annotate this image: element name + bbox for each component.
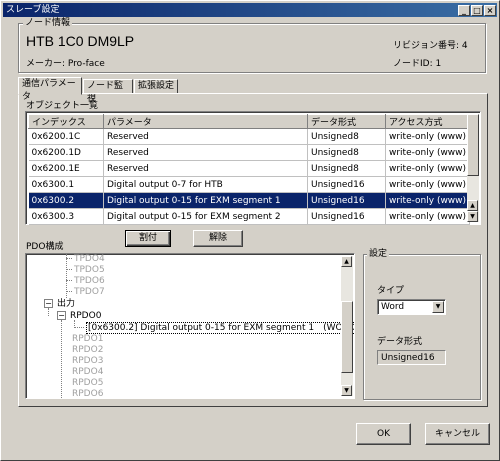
- minimize-button[interactable]: _: [458, 5, 470, 16]
- assign-button[interactable]: 割付: [125, 230, 171, 247]
- tree-item-tpdo5[interactable]: TPDO5: [74, 265, 105, 275]
- cell-parameter: Reserved: [103, 128, 308, 145]
- pdo-tree-scrollbar[interactable]: ▲ ▼: [341, 256, 353, 396]
- column-header-access[interactable]: アクセス方式: [384, 114, 471, 129]
- tree-item-tpdo4[interactable]: TPDO4: [74, 254, 105, 264]
- scroll-down-arrow-icon[interactable]: ▼: [341, 385, 352, 396]
- cell-parameter: Digital output 0-15 for EXM segment 2: [103, 208, 308, 225]
- tree-connector: [66, 258, 72, 259]
- table-row[interactable]: 0x6200.1C Reserved Unsigned8 write-only …: [28, 128, 471, 145]
- type-dropdown[interactable]: Word ▼: [377, 299, 446, 315]
- cancel-button[interactable]: キャンセル: [425, 423, 490, 445]
- column-header-index[interactable]: インデックス: [28, 114, 104, 129]
- tree-connector: [66, 291, 72, 292]
- table-row-selected[interactable]: 0x6300.2 Digital output 0-15 for EXM seg…: [28, 192, 471, 209]
- column-header-parameter[interactable]: パラメータ: [103, 114, 308, 129]
- type-selected-value: Word: [381, 302, 405, 312]
- pdo-config-label: PDO構成: [26, 242, 64, 252]
- chevron-down-icon[interactable]: ▼: [432, 301, 444, 313]
- tree-item-output[interactable]: 出力: [57, 299, 75, 309]
- tree-connector: [66, 269, 72, 270]
- table-row[interactable]: 0x6200.1D Reserved Unsigned8 write-only …: [28, 144, 471, 161]
- release-button[interactable]: 解除: [193, 230, 243, 247]
- title-bar[interactable]: スレーブ設定 _ □ ×: [3, 3, 497, 17]
- object-list-scrollbar[interactable]: ▲ ▼: [467, 114, 479, 222]
- cell-parameter: Reserved: [103, 160, 308, 177]
- cell-access: write-only (www): [385, 176, 471, 193]
- tab-node-monitor[interactable]: ノード監視: [83, 79, 133, 104]
- scroll-down-arrow-icon[interactable]: ▼: [467, 211, 478, 222]
- cell-index: 0x6300.1: [28, 176, 104, 193]
- collapse-icon[interactable]: −: [57, 311, 66, 320]
- tree-connector: [74, 327, 84, 328]
- maximize-button[interactable]: □: [471, 5, 483, 16]
- table-row[interactable]: 0x6300.3 Digital output 0-15 for EXM seg…: [28, 208, 471, 225]
- data-format-label: データ形式: [377, 337, 423, 347]
- tree-item-rpdo4[interactable]: RPDO4: [72, 367, 103, 377]
- tree-item-rpdo1[interactable]: RPDO1: [72, 334, 103, 344]
- window-title: スレーブ設定: [6, 5, 60, 15]
- tree-item-rpdo3[interactable]: RPDO3: [72, 356, 103, 366]
- tree-connector: [66, 280, 72, 281]
- cell-parameter: Reserved: [103, 144, 308, 161]
- device-name: HTB 1C0 DM9LP: [26, 33, 135, 49]
- revision-text: リビジョン番号: 4: [393, 41, 468, 51]
- tree-item-rpdo2[interactable]: RPDO2: [72, 345, 103, 355]
- cell-data-type: Unsigned8: [307, 128, 386, 145]
- settings-group: [363, 254, 481, 400]
- object-table-header: インデックス パラメータ データ形式 アクセス方式: [28, 114, 471, 129]
- type-label: タイプ: [377, 286, 405, 296]
- close-button[interactable]: ×: [484, 5, 496, 16]
- cell-access: write-only (www): [385, 208, 471, 225]
- cell-index: 0x6300.2: [28, 192, 104, 209]
- maker-text: メーカー: Pro-face: [26, 59, 105, 69]
- tree-item-tpdo6[interactable]: TPDO6: [74, 276, 105, 286]
- tree-connector: [48, 308, 49, 316]
- slave-settings-window: スレーブ設定 _ □ × ノード情報 HTB 1C0 DM9LP メーカー: P…: [0, 0, 500, 461]
- pdo-tree[interactable]: TPDO4 TPDO5 TPDO6 TPDO7 − 出力 − RPDO0 [0x…: [25, 253, 355, 399]
- table-row[interactable]: 0x6200.1E Reserved Unsigned8 write-only …: [28, 160, 471, 177]
- tree-item-tpdo7[interactable]: TPDO7: [74, 287, 105, 297]
- collapse-icon[interactable]: −: [44, 299, 53, 308]
- settings-label: 設定: [367, 249, 390, 259]
- tab-communication-params[interactable]: 通信パラメータ: [18, 77, 82, 102]
- cell-index: 0x6200.1E: [28, 160, 104, 177]
- cell-parameter: Digital output 0-15 for EXM segment 1: [103, 192, 308, 209]
- data-format-field: Unsigned16: [377, 350, 446, 365]
- tab-extended-settings[interactable]: 拡張設定: [134, 79, 178, 94]
- object-table: インデックス パラメータ データ形式 アクセス方式 0x6200.1C Rese…: [28, 114, 471, 225]
- object-list[interactable]: インデックス パラメータ データ形式 アクセス方式 0x6200.1C Rese…: [25, 111, 481, 225]
- scroll-up-arrow-icon[interactable]: ▲: [341, 256, 352, 267]
- column-header-data-type[interactable]: データ形式: [307, 114, 386, 129]
- tree-item-rpdo6[interactable]: RPDO6: [72, 389, 103, 398]
- cell-access: write-only (www): [385, 192, 471, 209]
- cell-data-type: Unsigned8: [307, 160, 386, 177]
- tree-item-rpdo5[interactable]: RPDO5: [72, 378, 103, 388]
- cell-data-type: Unsigned16: [307, 208, 386, 225]
- cell-access: write-only (www): [385, 160, 471, 177]
- ok-button[interactable]: OK: [356, 423, 411, 445]
- scrollbar-thumb[interactable]: [467, 114, 479, 176]
- cell-access: write-only (www): [385, 128, 471, 145]
- cell-index: 0x6200.1C: [28, 128, 104, 145]
- node-id-text: ノードID: 1: [393, 59, 442, 69]
- cell-index: 0x6200.1D: [28, 144, 104, 161]
- scrollbar-thumb[interactable]: [341, 301, 353, 373]
- cell-index: 0x6300.3: [28, 208, 104, 225]
- cell-data-type: Unsigned16: [307, 192, 386, 209]
- object-list-label: オブジェクト一覧: [26, 101, 99, 111]
- tree-item-mapped-entry[interactable]: [0x6300.2] Digital output 0-15 for EXM s…: [86, 322, 354, 334]
- scroll-up-arrow-icon[interactable]: ▲: [467, 200, 478, 211]
- cell-parameter: Digital output 0-7 for HTB: [103, 176, 308, 193]
- cell-access: write-only (www): [385, 144, 471, 161]
- cell-data-type: Unsigned16: [307, 176, 386, 193]
- data-format-value: Unsigned16: [381, 353, 435, 363]
- table-row[interactable]: 0x6300.1 Digital output 0-7 for HTB Unsi…: [28, 176, 471, 193]
- tree-connector: [61, 320, 62, 398]
- cell-data-type: Unsigned8: [307, 144, 386, 161]
- node-info-label: ノード情報: [23, 18, 73, 28]
